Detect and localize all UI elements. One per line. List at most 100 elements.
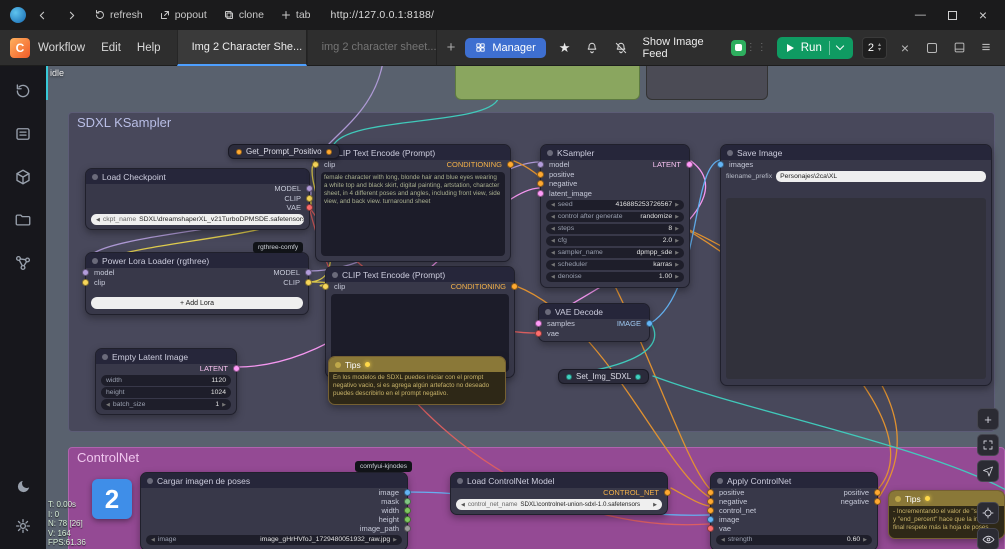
close-button[interactable]: ×: [979, 7, 987, 23]
input-socket-model[interactable]: [537, 161, 544, 169]
sidebar-queue-button[interactable]: [14, 125, 32, 143]
batch-count-stepper[interactable]: 2 ▴ ▾: [861, 36, 887, 59]
output-socket[interactable]: [325, 148, 332, 155]
node-load-controlnet-model[interactable]: Load ControlNet Model CONTROL_NET contro…: [450, 472, 671, 515]
sidebar-model-library-button[interactable]: [14, 168, 32, 186]
menu-help[interactable]: Help: [129, 38, 169, 58]
filename-prefix-widget[interactable]: filename_prefix Personajes\2ca\XL: [726, 171, 986, 182]
input-socket-positive[interactable]: [707, 489, 714, 497]
sampler-name-widget[interactable]: sampler_namedpmpp_sde: [546, 247, 684, 258]
node-header[interactable]: KSampler: [541, 145, 689, 160]
sidebar-workflows-button[interactable]: [14, 211, 32, 229]
pointer-button[interactable]: [977, 460, 999, 482]
menu-button[interactable]: ≡: [977, 39, 995, 57]
node-apply-controlnet[interactable]: Apply ControlNet positive positive negat…: [707, 472, 881, 549]
partial-node-green[interactable]: [455, 66, 640, 100]
node-header[interactable]: Load ControlNet Model: [451, 473, 667, 488]
add-lora-button[interactable]: + Add Lora: [91, 297, 303, 309]
theme-toggle-button[interactable]: [14, 477, 32, 495]
input-socket-latent-image[interactable]: [537, 189, 544, 197]
minimize-button[interactable]: —: [915, 9, 926, 21]
show-image-feed[interactable]: Show Image Feed: [643, 36, 746, 60]
sidebar-workflow-history-button[interactable]: [14, 82, 32, 100]
width-widget[interactable]: width 1120: [101, 375, 231, 386]
height-widget[interactable]: height 1024: [101, 387, 231, 398]
zoom-in-button[interactable]: +: [977, 408, 999, 430]
node-vae-decode[interactable]: VAE Decode samples IMAGE vae: [535, 303, 653, 342]
tab-active[interactable]: Img 2 Character She...: [176, 29, 307, 66]
input-socket[interactable]: [566, 373, 572, 380]
input-socket-clip[interactable]: [82, 278, 89, 286]
input-socket-samples[interactable]: [535, 320, 542, 328]
clone-button[interactable]: clone: [217, 6, 270, 24]
run-dropdown-icon[interactable]: [835, 41, 845, 51]
new-tab-button[interactable]: tab: [274, 6, 317, 24]
add-workflow-tab-button[interactable]: +: [437, 30, 466, 66]
notifications-off-icon[interactable]: [613, 39, 630, 57]
input-socket-vae[interactable]: [707, 525, 714, 533]
maximize-button[interactable]: [947, 10, 957, 20]
input-socket-negative[interactable]: [707, 498, 714, 506]
image-feed-toggle-icon[interactable]: [731, 39, 746, 56]
node-header[interactable]: Power Lora Loader (rgthree): [86, 253, 308, 268]
group-number-badge[interactable]: 2: [92, 479, 132, 519]
node-cargar-imagen-de-poses[interactable]: Cargar imagen de poses image mask width …: [140, 472, 411, 549]
steps-widget[interactable]: steps8: [546, 223, 684, 234]
menu-workflow[interactable]: Workflow: [30, 38, 93, 58]
star-icon[interactable]: ★: [559, 40, 571, 56]
output-socket-clip[interactable]: [305, 278, 312, 286]
output-socket-clip[interactable]: [306, 194, 313, 202]
notifications-icon[interactable]: [583, 39, 600, 57]
node-tips-sdxl[interactable]: Tips En los modelos de SDXL puedes inici…: [328, 356, 506, 405]
node-header[interactable]: Load Checkpoint: [86, 169, 309, 184]
node-header[interactable]: VAE Decode: [539, 304, 649, 319]
prompt-textarea[interactable]: female character with long, blonde hair …: [321, 171, 505, 256]
queue-panel-button[interactable]: [923, 39, 941, 57]
filename-prefix-value[interactable]: Personajes\2ca\XL: [776, 171, 986, 182]
group-title[interactable]: SDXL KSampler: [69, 113, 994, 132]
popout-button[interactable]: popout: [153, 6, 213, 24]
focus-button[interactable]: [977, 502, 999, 524]
toggle-visibility-button[interactable]: [977, 528, 999, 549]
node-clip-text-encode-positive[interactable]: CLIP Text Encode (Prompt) clip CONDITION…: [312, 144, 514, 262]
node-header[interactable]: CLIP Text Encode (Prompt): [316, 145, 510, 160]
node-load-checkpoint[interactable]: Load Checkpoint MODEL CLIP VAE ckpt_name…: [85, 168, 313, 230]
ckpt-name-combo[interactable]: ckpt_nameSDXL\dreamshaperXL_v21TurboDPMS…: [91, 214, 304, 225]
fit-view-button[interactable]: [977, 434, 999, 456]
node-header[interactable]: Cargar imagen de poses: [141, 473, 407, 488]
refresh-button[interactable]: refresh: [88, 6, 149, 24]
input-socket-images[interactable]: [717, 161, 724, 169]
settings-button[interactable]: [14, 517, 32, 535]
node-ksampler[interactable]: KSampler model LATENT positive negative …: [537, 144, 693, 288]
node-set-img-sdxl[interactable]: Set_Img_SDXL: [558, 369, 650, 384]
run-button[interactable]: Run: [776, 36, 853, 59]
stepper-down-icon[interactable]: ▾: [878, 47, 881, 53]
node-header[interactable]: CLIP Text Encode (Prompt): [326, 267, 514, 282]
denoise-widget[interactable]: denoise1.00: [546, 271, 684, 282]
comfyui-logo[interactable]: C: [10, 37, 30, 58]
sidebar-node-library-button[interactable]: [14, 254, 32, 272]
scheduler-widget[interactable]: schedulerkarras: [546, 259, 684, 270]
image-combo[interactable]: imageimage_gHrHVfoJ_1729480051932_raw.jp…: [146, 534, 402, 545]
input-socket-clip[interactable]: [312, 161, 319, 169]
forward-button[interactable]: [59, 6, 84, 25]
seed-widget[interactable]: seed416885253726567: [546, 199, 684, 210]
node-header[interactable]: Apply ControlNet: [711, 473, 877, 488]
drag-handle-icon[interactable]: ⋮⋮: [746, 42, 768, 53]
input-socket-vae[interactable]: [535, 329, 542, 337]
node-header[interactable]: Save Image: [721, 145, 991, 160]
node-canvas[interactable]: idle SDXL KSampler ControlNet Get_Prompt…: [46, 66, 1005, 549]
input-socket-model[interactable]: [82, 269, 89, 277]
node-header[interactable]: Tips: [329, 357, 505, 372]
output-socket[interactable]: [635, 373, 642, 380]
input-socket-image[interactable]: [707, 516, 714, 524]
back-button[interactable]: [30, 6, 55, 25]
cfg-widget[interactable]: cfg2.0: [546, 235, 684, 246]
input-socket-positive[interactable]: [537, 170, 544, 178]
control-net-name-combo[interactable]: control_net_nameSDXL\controlnet-union-sd…: [456, 499, 662, 510]
strength-widget[interactable]: strength0.60: [716, 534, 872, 545]
group-title[interactable]: ControlNet: [69, 448, 1004, 467]
control-after-generate-widget[interactable]: control after generaterandomize: [546, 211, 684, 222]
node-header[interactable]: Empty Latent Image: [96, 349, 236, 364]
node-save-image[interactable]: Save Image images filename_prefix Person…: [717, 144, 992, 386]
